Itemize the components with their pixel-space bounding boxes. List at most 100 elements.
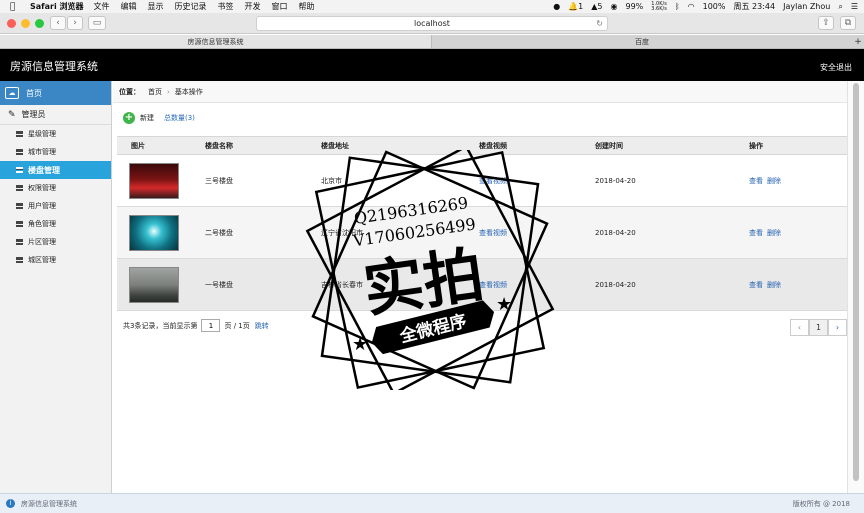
logout-link[interactable]: 安全退出 <box>820 62 852 73</box>
page-button[interactable]: 1 <box>809 319 828 336</box>
next-page-button[interactable]: › <box>828 319 847 336</box>
battery-icon[interactable]: 100% <box>703 2 726 11</box>
record-summary: 共3条记录， <box>123 321 163 330</box>
delete-link[interactable]: 删除 <box>767 177 781 185</box>
page-scrollbar[interactable] <box>847 81 864 493</box>
sidebar-item-label: 权限管理 <box>28 184 56 192</box>
sidebar-item-label: 楼盘管理 <box>28 165 60 175</box>
forward-button[interactable]: › <box>67 16 83 30</box>
current-page-label: 当前显示第 <box>162 321 198 330</box>
breadcrumb-current: 基本操作 <box>174 87 203 96</box>
new-tab-button[interactable]: + <box>852 35 864 48</box>
building-table: 图片 楼盘名称 楼盘地址 楼盘视频 创建时间 操作 三号楼盘 北京市 查看视频 … <box>117 136 847 311</box>
app-menu[interactable]: Safari 浏览器 <box>30 1 84 12</box>
sidebar-toggle-button[interactable]: ▭ <box>88 16 106 30</box>
list-icon <box>16 185 23 191</box>
list-icon <box>16 257 23 263</box>
zoom-window-button[interactable] <box>35 19 44 28</box>
menu-list-icon[interactable]: ☰ <box>851 2 858 11</box>
menu-view[interactable]: 显示 <box>148 1 164 12</box>
building-photo[interactable] <box>129 266 179 303</box>
window-controls <box>7 19 44 28</box>
battery-status[interactable]: 99% <box>626 2 644 11</box>
breadcrumb-home[interactable]: 首页 <box>148 87 162 97</box>
search-icon[interactable]: ⌕ <box>838 2 842 12</box>
table-header-row: 图片 楼盘名称 楼盘地址 楼盘视频 创建时间 操作 <box>117 136 847 155</box>
scrollbar-thumb[interactable] <box>853 83 859 481</box>
total-pages: 页 / 1页 <box>224 321 250 330</box>
menu-edit[interactable]: 编辑 <box>121 1 137 12</box>
building-name: 二号楼盘 <box>191 206 307 259</box>
sidebar-item-label: 城市管理 <box>28 148 56 156</box>
new-button[interactable]: 新建 <box>140 113 154 123</box>
wifi-icon[interactable]: ◠ <box>688 2 695 11</box>
sidebar-admin-label: 管理员 <box>21 110 46 119</box>
sidebar-item-user[interactable]: 用户管理 <box>0 197 111 215</box>
tab-baidu[interactable]: 百度 <box>432 35 852 48</box>
record-icon[interactable]: ● <box>553 2 560 11</box>
minimize-window-button[interactable] <box>21 19 30 28</box>
building-name: 一号楼盘 <box>191 258 307 311</box>
back-button[interactable]: ‹ <box>50 16 66 30</box>
list-icon <box>16 149 23 155</box>
sidebar-item-star[interactable]: 星级管理 <box>0 125 111 143</box>
page-input[interactable] <box>201 319 221 332</box>
view-link[interactable]: 查看 <box>749 177 763 185</box>
sidebar-item-area[interactable]: 片区管理 <box>0 233 111 251</box>
app-footer: i 房源信息管理系统 版权所有 @ 2018 <box>0 493 864 513</box>
tabs-overview-button[interactable]: ⧉ <box>840 16 856 30</box>
nav-buttons: ‹ › <box>50 16 83 30</box>
view-video-link[interactable]: 查看视频 <box>479 229 507 237</box>
jump-link[interactable]: 跳转 <box>255 321 269 331</box>
menu-help[interactable]: 帮助 <box>299 1 315 12</box>
sidebar-admin-group[interactable]: ✎ 管理员 <box>0 105 111 125</box>
building-photo[interactable] <box>129 162 179 199</box>
breadcrumb-separator: › <box>167 87 170 96</box>
reload-icon[interactable]: ↻ <box>596 17 603 30</box>
sidebar-item-role[interactable]: 角色管理 <box>0 215 111 233</box>
sidebar-item-label: 城区管理 <box>28 256 56 264</box>
close-window-button[interactable] <box>7 19 16 28</box>
prev-page-button[interactable]: ‹ <box>790 319 809 336</box>
breadcrumb: 位置： 首页 › 基本操作 <box>113 81 847 103</box>
menu-bookmarks[interactable]: 书签 <box>218 1 234 12</box>
building-name: 三号楼盘 <box>191 154 307 207</box>
delete-link[interactable]: 删除 <box>767 229 781 237</box>
tab-bar: 房源信息管理系统 百度 + <box>0 35 864 49</box>
menu-window[interactable]: 窗口 <box>272 1 288 12</box>
sidebar-item-district[interactable]: 城区管理 <box>0 251 111 269</box>
apple-icon[interactable]:  <box>10 2 20 12</box>
notification-icon[interactable]: 🔔1 <box>568 2 583 11</box>
sidebar-home[interactable]: ☁ 首页 <box>0 81 111 105</box>
menu-history[interactable]: 历史记录 <box>175 1 207 12</box>
view-video-link[interactable]: 查看视频 <box>479 177 507 185</box>
add-icon[interactable]: + <box>123 112 135 124</box>
address-bar[interactable]: localhost ↻ <box>256 16 608 31</box>
view-link[interactable]: 查看 <box>749 281 763 289</box>
building-address: 吉林省长春市 <box>307 258 465 311</box>
building-photo[interactable] <box>129 214 179 251</box>
sidebar-item-building[interactable]: 楼盘管理 <box>0 161 111 179</box>
view-video-link[interactable]: 查看视频 <box>479 281 507 289</box>
delete-link[interactable]: 删除 <box>767 281 781 289</box>
browser-toolbar: ‹ › ▭ localhost ↻ ⇪ ⧉ <box>0 13 864 34</box>
sidebar-item-permission[interactable]: 权限管理 <box>0 179 111 197</box>
user-name[interactable]: Jaylan Zhou <box>783 2 830 11</box>
share-button[interactable]: ⇪ <box>818 16 834 30</box>
sidebar-item-city[interactable]: 城市管理 <box>0 143 111 161</box>
bluetooth-icon[interactable]: ᛒ <box>675 2 680 11</box>
col-actions: 操作 <box>735 136 847 155</box>
menu-develop[interactable]: 开发 <box>245 1 261 12</box>
sidebar-home-label: 首页 <box>26 88 42 98</box>
sidebar-item-label: 片区管理 <box>28 238 56 246</box>
view-link[interactable]: 查看 <box>749 229 763 237</box>
tab-house-system[interactable]: 房源信息管理系统 <box>0 35 432 48</box>
clock[interactable]: 周五 23:44 <box>733 1 775 12</box>
col-name: 楼盘名称 <box>191 136 307 155</box>
wechat-icon[interactable]: ◉ <box>611 2 618 11</box>
macos-menubar:  Safari 浏览器 文件 编辑 显示 历史记录 书签 开发 窗口 帮助 ●… <box>0 0 864 13</box>
created-time: 2018-04-20 <box>581 154 735 207</box>
bell-icon[interactable]: ▲5 <box>591 2 602 11</box>
page-title: 房源信息管理系统 <box>10 60 98 73</box>
menu-file[interactable]: 文件 <box>94 1 110 12</box>
